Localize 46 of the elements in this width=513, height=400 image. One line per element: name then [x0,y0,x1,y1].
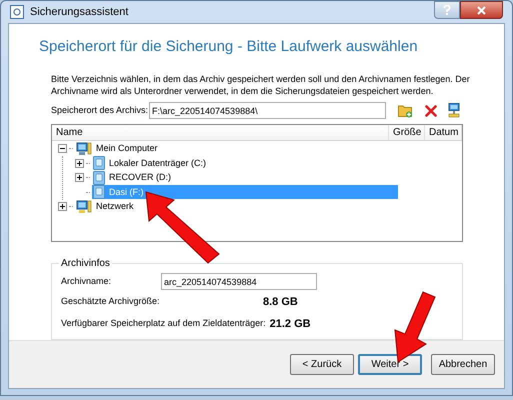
folder-plus-icon [398,104,414,118]
wizard-button[interactable]: < Zurück [290,354,354,375]
plus-icon [77,175,82,180]
window-title: Sicherungsassistent [30,4,128,20]
drive-icon [93,185,105,200]
archive-name-label: Archivname: [61,274,112,288]
delete-button[interactable] [422,102,438,118]
tree-item[interactable]: RECOVER (D:) [92,170,174,185]
app-icon [10,5,24,19]
close-icon [477,6,486,14]
description-text: Bitte Verzeichnis wählen, in dem das Archiv gespeichert werden soll und den Archivnamen festlegen. Der Archivname wird als Unterordner verwendet, in dem die Sicherungsdateien gespeichert werden. [51,72,471,96]
network-drive-button[interactable] [446,102,462,118]
minus-icon [60,146,65,152]
expand-toggle[interactable] [75,173,84,182]
collapse-toggle[interactable] [58,144,67,154]
tree-item[interactable]: Lokaler Datenträger (C:) [92,156,208,170]
delete-icon [424,104,436,116]
network-computer-icon [448,103,460,118]
location-label: Speicherort des Archivs: [51,104,149,117]
drive-icon [93,156,105,170]
help-icon [443,5,451,15]
help-button[interactable] [434,1,460,19]
network-icon [76,200,92,214]
info-label: Verfügbarer Speicherplatz auf dem Zieldatenträger: [61,317,267,330]
archive-name-field[interactable]: arc_220514074539884 [161,273,317,290]
expand-toggle[interactable] [58,202,67,212]
drive-icon [93,170,105,185]
plus-icon [77,160,82,166]
close-button[interactable] [460,1,503,19]
location-field[interactable]: F:\arc_220514074539884\ [149,102,386,119]
plus-icon [60,204,65,210]
info-value: 8.8 GB [263,294,298,310]
column-header[interactable]: Größe [389,124,425,140]
expand-toggle[interactable] [75,158,84,168]
info-value: 21.2 GB [270,316,311,332]
wizard-button[interactable]: Abbrechen [431,354,495,375]
wizard-button[interactable]: Weiter > [358,354,422,375]
column-header[interactable]: Datum [425,124,462,140]
column-header[interactable]: Name [52,124,389,140]
page-heading: Speicherort für die Sicherung - Bitte Laufwerk auswählen [39,37,419,57]
new-folder-button[interactable] [398,102,414,118]
group-title: Archivinfos [60,256,111,270]
info-label: Geschätzte Archivgröße: [61,295,161,308]
computer-icon [76,142,92,156]
tree-item[interactable]: Mein Computer [75,142,160,156]
tree-item[interactable]: Netzwerk [75,200,136,214]
